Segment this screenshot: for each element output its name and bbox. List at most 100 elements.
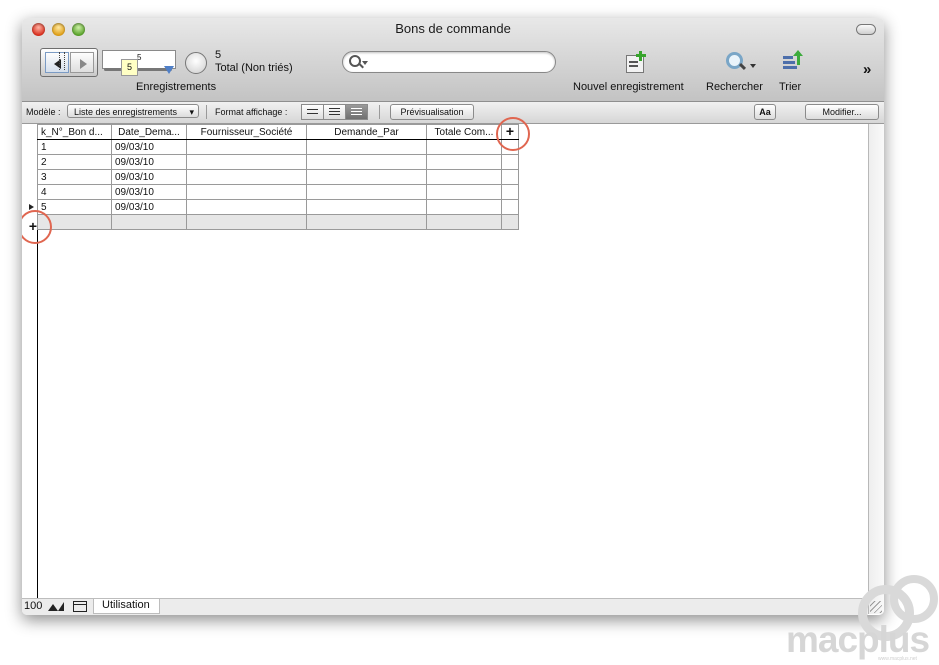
table-cell[interactable]: 09/03/10 — [111, 184, 187, 200]
table-cell[interactable]: 09/03/10 — [111, 154, 187, 170]
table-cell — [501, 214, 519, 230]
chevron-down-icon: ▾ — [189, 107, 194, 117]
list-view-icon — [329, 114, 340, 115]
sort-bar — [783, 56, 793, 59]
toolbar-area: Bons de commande 5 5 5 Total (Non triés)… — [22, 18, 884, 102]
new-record-row[interactable] — [37, 214, 519, 230]
table-cell[interactable] — [186, 154, 307, 170]
column-header[interactable]: Demande_Par — [306, 124, 427, 140]
record-slider[interactable] — [104, 68, 172, 71]
table-row[interactable]: 4 09/03/10 — [37, 184, 519, 200]
mode-tab[interactable]: Utilisation — [93, 599, 160, 614]
table-cell[interactable] — [306, 139, 427, 155]
zoom-in-icon[interactable] — [58, 602, 64, 611]
next-record-button[interactable] — [70, 52, 94, 73]
table-cell[interactable]: 1 — [37, 139, 112, 155]
model-label: Modèle : — [26, 107, 61, 117]
table-cell — [501, 199, 519, 215]
table-cell[interactable]: 09/03/10 — [111, 199, 187, 215]
window-title: Bons de commande — [395, 21, 511, 36]
table-cell[interactable] — [306, 214, 427, 230]
table-cell[interactable] — [426, 139, 502, 155]
table-cell[interactable] — [186, 214, 307, 230]
mode-label: Utilisation — [102, 599, 150, 611]
table-cell[interactable] — [186, 169, 307, 185]
sort-icon[interactable] — [780, 50, 803, 72]
view-list-button[interactable] — [323, 104, 346, 120]
table-cell[interactable] — [306, 184, 427, 200]
toolbar-toggle-button[interactable] — [856, 24, 876, 35]
table-cell[interactable] — [426, 199, 502, 215]
form-view-icon — [307, 109, 318, 110]
table-cell[interactable]: 09/03/10 — [111, 169, 187, 185]
table-cell[interactable]: 2 — [37, 154, 112, 170]
arrow-right-icon — [80, 59, 87, 69]
watermark-brand: macplus — [786, 619, 930, 660]
model-select[interactable]: Liste des enregistrements ▾ — [67, 104, 199, 118]
display-format-label: Format affichage : — [215, 107, 288, 117]
table-cell[interactable] — [426, 214, 502, 230]
database-window: Bons de commande 5 5 5 Total (Non triés)… — [22, 18, 884, 615]
table-cell — [501, 184, 519, 200]
record-slider-thumb[interactable] — [164, 66, 174, 74]
table-cell[interactable]: 09/03/10 — [111, 139, 187, 155]
table-row[interactable]: 5 09/03/10 — [37, 199, 519, 215]
column-header[interactable]: k_N°_Bon d... — [37, 124, 112, 140]
table-cell[interactable] — [426, 184, 502, 200]
page-line — [629, 61, 638, 63]
sort-button[interactable]: Trier — [779, 81, 801, 93]
table-cell[interactable]: 5 — [37, 199, 112, 215]
new-record-icon[interactable] — [624, 50, 646, 73]
toggle-status-area-icon[interactable] — [73, 601, 87, 612]
table-cell[interactable] — [111, 214, 187, 230]
text-format-button[interactable]: Aa — [754, 104, 776, 120]
table-view-icon — [351, 108, 362, 109]
search-icon — [349, 55, 361, 67]
search-input[interactable] — [342, 51, 556, 73]
plus-icon — [639, 51, 642, 61]
table-view-icon — [351, 114, 362, 115]
highlight-circle — [496, 117, 530, 151]
chevron-down-icon — [362, 61, 368, 65]
new-record-button[interactable]: Nouvel enregistrement — [573, 81, 684, 93]
view-table-button[interactable] — [345, 104, 368, 120]
find-icon[interactable] — [724, 50, 756, 72]
watermark-logo-ring — [890, 575, 938, 623]
table-cell[interactable] — [426, 154, 502, 170]
table-view-icon — [351, 111, 362, 112]
more-toolbar-button[interactable]: » — [863, 61, 871, 78]
sort-bar — [783, 66, 797, 69]
records-label: Enregistrements — [136, 81, 217, 93]
zoom-level[interactable]: 100 — [24, 600, 42, 612]
total-status: Total (Non triés) — [215, 62, 293, 74]
divider — [206, 105, 207, 119]
table-cell[interactable] — [306, 169, 427, 185]
record-book[interactable] — [40, 48, 98, 77]
table-cell — [501, 169, 519, 185]
record-count: 5 — [215, 49, 222, 61]
column-header[interactable]: Totale Com... — [426, 124, 502, 140]
column-header[interactable]: Fournisseur_Société — [186, 124, 307, 140]
vertical-scrollbar[interactable] — [868, 124, 884, 614]
table-cell[interactable] — [426, 169, 502, 185]
table-cell[interactable] — [186, 184, 307, 200]
table-row[interactable]: 2 09/03/10 — [37, 154, 519, 170]
table-cell[interactable] — [186, 139, 307, 155]
model-select-value: Liste des enregistrements — [74, 107, 178, 117]
previous-record-button[interactable] — [45, 52, 69, 73]
zoom-out-icon[interactable] — [48, 604, 58, 611]
table-cell[interactable] — [186, 199, 307, 215]
table-cell[interactable] — [306, 154, 427, 170]
records-table: k_N°_Bon d... Date_Dema... Fournisseur_S… — [37, 124, 519, 230]
table-header-row: k_N°_Bon d... Date_Dema... Fournisseur_S… — [37, 124, 519, 140]
table-cell[interactable] — [306, 199, 427, 215]
table-cell[interactable]: 4 — [37, 184, 112, 200]
column-header[interactable]: Date_Dema... — [111, 124, 187, 140]
find-button[interactable]: Rechercher — [706, 81, 763, 93]
table-cell[interactable]: 3 — [37, 169, 112, 185]
table-row[interactable]: 1 09/03/10 — [37, 139, 519, 155]
modify-button[interactable]: Modifier... — [805, 104, 879, 120]
view-form-button[interactable] — [301, 104, 324, 120]
preview-button[interactable]: Prévisualisation — [390, 104, 474, 120]
table-row[interactable]: 3 09/03/10 — [37, 169, 519, 185]
